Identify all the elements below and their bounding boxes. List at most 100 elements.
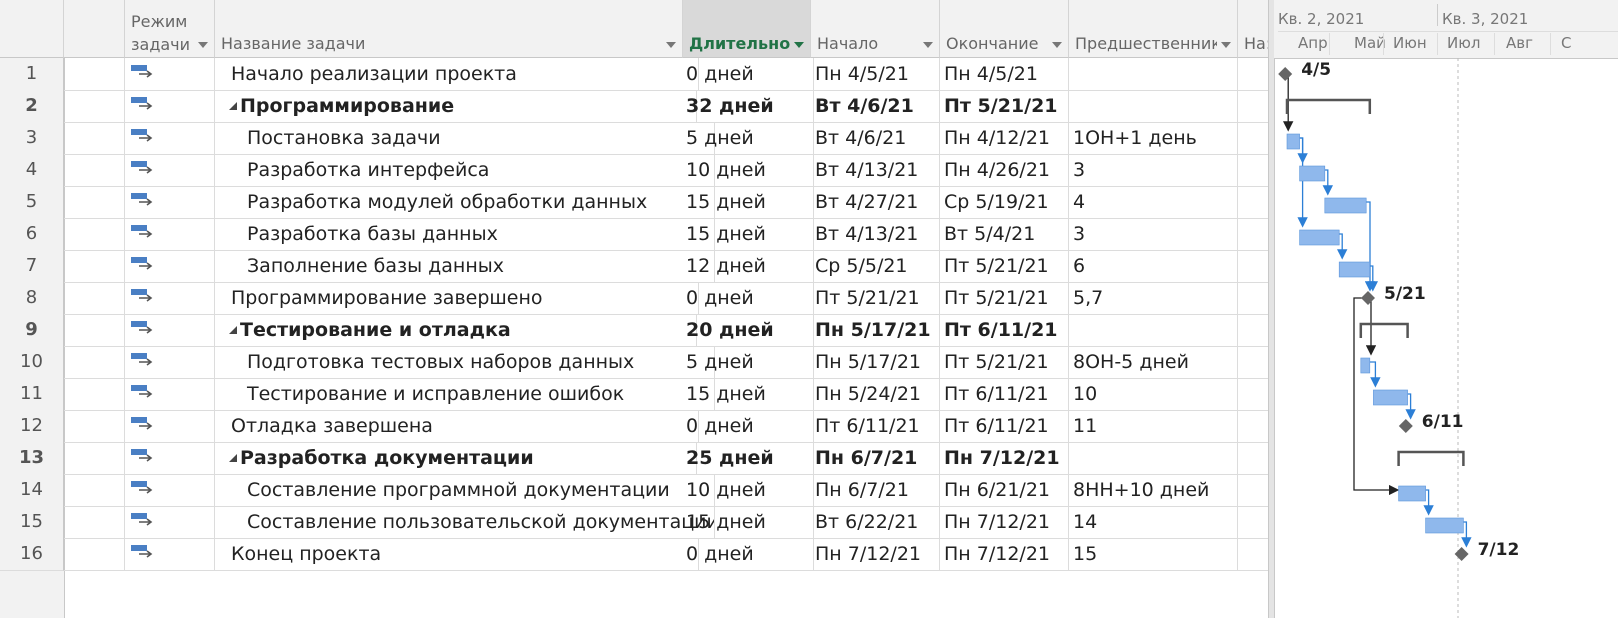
chevron-down-icon[interactable]	[923, 42, 933, 48]
row-number[interactable]: 10	[0, 346, 64, 379]
task-name-cell[interactable]: Разработка интерфейса	[215, 154, 715, 187]
task-name-cell[interactable]: Постановка задачи	[215, 122, 715, 155]
duration-cell[interactable]: 0 дней	[683, 282, 814, 315]
task-name-cell[interactable]: Составление программной документации	[215, 474, 715, 507]
extra-cell[interactable]	[1238, 506, 1269, 539]
predecessors-cell[interactable]: 15	[1069, 538, 1238, 571]
task-mode-cell[interactable]	[125, 154, 215, 187]
predecessors-cell[interactable]: 10	[1069, 378, 1238, 411]
extra-cell[interactable]	[1238, 410, 1269, 443]
finish-cell[interactable]: Пт 6/11/21	[940, 410, 1069, 443]
duration-cell[interactable]: 15 дней	[683, 218, 814, 251]
chevron-down-icon[interactable]	[1052, 42, 1062, 48]
start-cell[interactable]: Вт 6/22/21	[811, 506, 940, 539]
task-name-cell[interactable]: Программирование завершено	[215, 282, 699, 315]
predecessors-cell[interactable]: 1ОН+1 день	[1069, 122, 1238, 155]
row-number[interactable]: 8	[0, 282, 64, 315]
finish-cell[interactable]: Пн 4/12/21	[940, 122, 1069, 155]
predecessors-cell[interactable]: 8НН+10 дней	[1069, 474, 1238, 507]
start-cell[interactable]: Пн 7/12/21	[811, 538, 940, 571]
start-cell[interactable]: Вт 4/6/21	[811, 122, 940, 155]
extra-cell[interactable]	[1238, 314, 1269, 347]
table-row[interactable]: 6 Разработка базы данных 15 дней Вт 4/13/21…	[0, 218, 1310, 251]
task-name-cell[interactable]: Тестирование и отладка	[215, 314, 697, 347]
indicators-column-header[interactable]: i	[64, 0, 170, 58]
chevron-down-icon[interactable]	[666, 42, 676, 48]
duration-column-header[interactable]: Длительнос	[683, 0, 811, 58]
task-name-cell[interactable]: Разработка модулей обработки данных	[215, 186, 715, 219]
chevron-down-icon[interactable]	[794, 42, 804, 48]
collapse-toggle-icon[interactable]	[229, 326, 237, 334]
duration-cell[interactable]: 25 дней	[683, 442, 814, 475]
extra-cell[interactable]	[1238, 346, 1269, 379]
table-row[interactable]: 16 Конец проекта 0 дней Пн 7/12/21 Пн 7/12/2…	[0, 538, 1310, 571]
extra-cell[interactable]	[1238, 122, 1269, 155]
duration-cell[interactable]: 0 дней	[683, 58, 814, 91]
start-cell[interactable]: Пн 5/17/21	[811, 346, 940, 379]
extra-cell[interactable]	[1238, 154, 1269, 187]
table-row[interactable]: 13 Разработка документации 25 дней Пн 6/7/2…	[0, 442, 1310, 475]
predecessors-cell[interactable]: 6	[1069, 250, 1238, 283]
collapse-toggle-icon[interactable]	[229, 454, 237, 462]
task-mode-cell[interactable]	[125, 218, 215, 251]
predecessors-cell[interactable]	[1069, 58, 1238, 91]
extra-cell[interactable]	[1238, 186, 1269, 219]
task-mode-cell[interactable]	[125, 474, 215, 507]
duration-cell[interactable]: 15 дней	[683, 506, 814, 539]
finish-column-header[interactable]: Окончание	[940, 0, 1069, 58]
duration-cell[interactable]: 20 дней	[683, 314, 814, 347]
table-row[interactable]: 11 Тестирование и исправление ошибок 15 дн…	[0, 378, 1310, 411]
extra-cell[interactable]	[1238, 250, 1269, 283]
extra-cell[interactable]	[1238, 538, 1269, 571]
table-row[interactable]: 9 Тестирование и отладка 20 дней Пн 5/17/21…	[0, 314, 1310, 347]
finish-cell[interactable]: Пт 5/21/21	[940, 346, 1069, 379]
start-cell[interactable]: Вт 4/27/21	[811, 186, 940, 219]
task-mode-column-header[interactable]: Режим задачи	[125, 0, 215, 58]
row-number[interactable]: 14	[0, 474, 64, 507]
task-mode-cell[interactable]	[125, 410, 215, 443]
predecessors-cell[interactable]	[1069, 90, 1238, 123]
row-number[interactable]: 1	[0, 58, 64, 91]
row-number[interactable]: 12	[0, 410, 64, 443]
finish-cell[interactable]: Пт 5/21/21	[940, 90, 1069, 123]
finish-cell[interactable]: Пн 7/12/21	[940, 506, 1069, 539]
row-number[interactable]: 7	[0, 250, 64, 283]
task-mode-cell[interactable]	[125, 378, 215, 411]
task-mode-cell[interactable]	[125, 538, 215, 571]
predecessors-cell[interactable]	[1069, 314, 1238, 347]
predecessors-cell[interactable]: 14	[1069, 506, 1238, 539]
task-mode-cell[interactable]	[125, 506, 215, 539]
table-row[interactable]: 7 Заполнение базы данных 12 дней Ср 5/5/21 П…	[0, 250, 1310, 283]
extra-cell[interactable]	[1238, 90, 1269, 123]
task-mode-cell[interactable]	[125, 186, 215, 219]
duration-cell[interactable]: 10 дней	[683, 154, 814, 187]
finish-cell[interactable]: Пт 5/21/21	[940, 282, 1069, 315]
start-column-header[interactable]: Начало	[811, 0, 940, 58]
row-number[interactable]: 4	[0, 154, 64, 187]
finish-cell[interactable]: Пн 7/12/21	[940, 538, 1069, 571]
duration-cell[interactable]: 32 дней	[683, 90, 814, 123]
row-number[interactable]: 15	[0, 506, 64, 539]
extra-cell[interactable]	[1238, 378, 1269, 411]
row-number[interactable]: 11	[0, 378, 64, 411]
task-mode-cell[interactable]	[125, 90, 215, 123]
table-row[interactable]: 12 Отладка завершена 0 дней Пт 6/11/21 Пт 6/…	[0, 410, 1310, 443]
finish-cell[interactable]: Пт 6/11/21	[940, 378, 1069, 411]
task-name-cell[interactable]: Тестирование и исправление ошибок	[215, 378, 715, 411]
finish-cell[interactable]: Пн 4/5/21	[940, 58, 1069, 91]
start-cell[interactable]: Пн 5/17/21	[811, 314, 940, 347]
duration-cell[interactable]: 0 дней	[683, 538, 814, 571]
start-cell[interactable]: Пт 6/11/21	[811, 410, 940, 443]
finish-cell[interactable]: Пт 6/11/21	[940, 314, 1069, 347]
finish-cell[interactable]: Пн 4/26/21	[940, 154, 1069, 187]
start-cell[interactable]: Вт 4/13/21	[811, 218, 940, 251]
table-row[interactable]: 2 Программирование 32 дней Вт 4/6/21 Пт 5/21…	[0, 90, 1310, 123]
task-mode-cell[interactable]	[125, 122, 215, 155]
predecessors-cell[interactable]: 4	[1069, 186, 1238, 219]
start-cell[interactable]: Пн 6/7/21	[811, 474, 940, 507]
start-cell[interactable]: Вт 4/13/21	[811, 154, 940, 187]
table-row[interactable]: 5 Разработка модулей обработки данных 15 д…	[0, 186, 1310, 219]
duration-cell[interactable]: 0 дней	[683, 410, 814, 443]
start-cell[interactable]: Пт 5/21/21	[811, 282, 940, 315]
duration-cell[interactable]: 5 дней	[683, 122, 814, 155]
